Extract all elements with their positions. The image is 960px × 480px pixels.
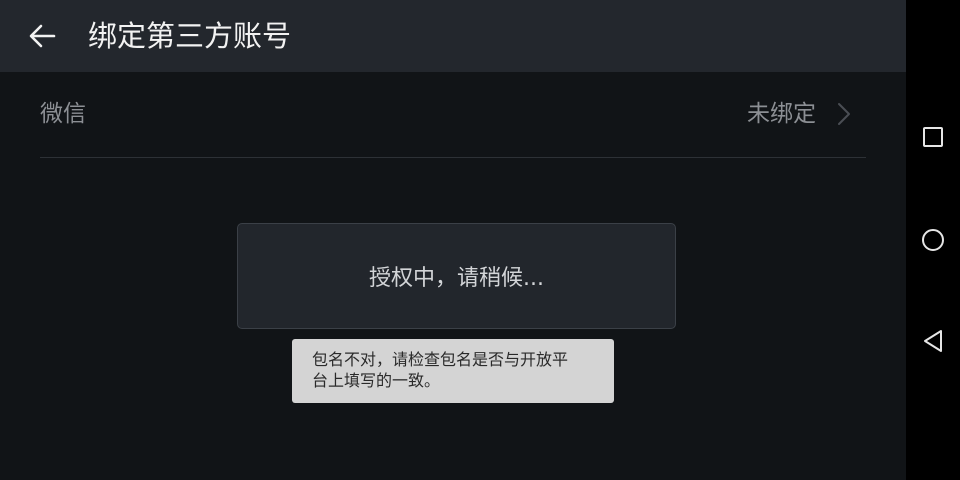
loading-message: 授权中，请稍候... bbox=[369, 266, 544, 291]
back-triangle-icon bbox=[924, 330, 942, 352]
system-navigation-bar bbox=[906, 0, 960, 480]
page-title: 绑定第三方账号 bbox=[88, 19, 292, 53]
toast-line-1: 包名不对，请检查包名是否与开放平 bbox=[312, 350, 569, 369]
chevron-right-icon bbox=[838, 103, 850, 125]
toast-line-2: 台上填写的一致。 bbox=[312, 371, 441, 390]
system-back-button[interactable] bbox=[917, 325, 949, 357]
top-app-bar: 绑定第三方账号 bbox=[0, 0, 906, 72]
binding-status: 未绑定 bbox=[747, 101, 816, 127]
loading-dialog: 授权中，请稍候... bbox=[237, 223, 676, 329]
back-button[interactable] bbox=[20, 16, 64, 56]
arrow-left-icon bbox=[29, 24, 56, 48]
toast-message: 包名不对，请检查包名是否与开放平 台上填写的一致。 bbox=[292, 339, 614, 403]
home-button[interactable] bbox=[917, 224, 949, 256]
home-circle-icon bbox=[922, 229, 944, 251]
binding-row-wechat[interactable]: 微信 未绑定 bbox=[40, 72, 866, 158]
binding-row-label: 微信 bbox=[40, 101, 86, 127]
recents-button[interactable] bbox=[917, 121, 949, 153]
app-screen: 绑定第三方账号 微信 未绑定 授权中，请稍候... 包名不对，请检查包名是否与开… bbox=[0, 0, 906, 480]
recents-square-icon bbox=[923, 127, 943, 147]
